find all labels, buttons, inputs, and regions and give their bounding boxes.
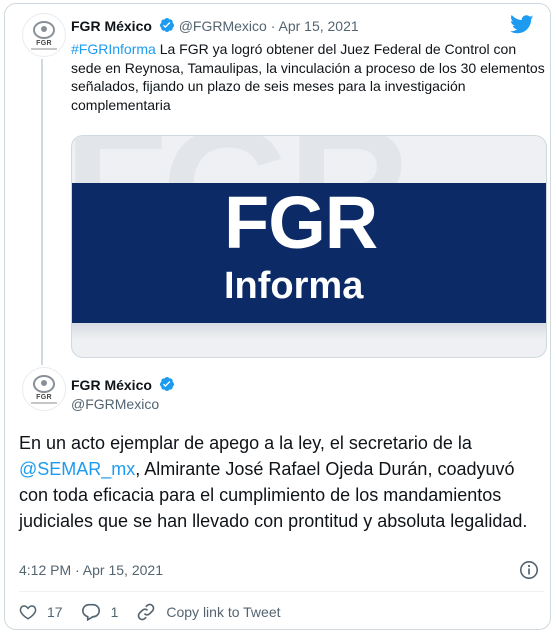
main-tweet-text: En un acto ejemplar de apego a la ley, e… [19,430,544,534]
main-text-before: En un acto ejemplar de apego a la ley, e… [19,433,472,453]
quoted-date[interactable]: Apr 15, 2021 [278,18,358,34]
quoted-header: FGR México @FGRMexico · Apr 15, 2021 [71,17,359,36]
tweet-timestamp[interactable]: 4:12 PM · Apr 15, 2021 [19,562,163,578]
info-icon[interactable] [519,560,539,585]
reply-icon [81,603,100,621]
tweet-embed-card: FGR FGR México @FGRMexico · Apr 15, 2021… [4,3,551,630]
avatar-caption-line [31,47,57,50]
media-title: FGR [224,181,378,264]
quoted-media-image[interactable]: FGR FGR Informa [71,135,547,358]
quoted-avatar[interactable]: FGR [22,13,66,57]
avatar-abbr: FGR [36,393,52,401]
like-button[interactable]: 17 [19,603,63,621]
media-subtitle: Informa [224,265,364,307]
hashtag-link[interactable]: #FGRInforma [71,41,156,57]
action-bar: 17 1 Copy link to Tweet [19,601,299,623]
avatar-abbr: FGR [36,39,52,47]
thread-line [41,59,43,365]
reply-count: 1 [110,604,119,620]
media-band-shadow [72,323,546,339]
reply-button[interactable]: 1 [81,603,119,621]
quoted-author-name[interactable]: FGR México [71,18,152,34]
mention-link[interactable]: @SEMAR_mx [19,459,135,479]
copy-link-label: Copy link to Tweet [166,604,281,620]
seal-icon [33,374,55,393]
link-icon [138,603,155,621]
like-count: 17 [47,604,63,620]
header-separator: · [270,18,276,34]
quoted-tweet-text: #FGRInforma La FGR ya logró obtener del … [71,40,546,114]
quoted-handle[interactable]: @FGRMexico [179,18,267,34]
twitter-bird-icon[interactable] [510,15,534,40]
main-handle[interactable]: @FGRMexico [71,396,159,412]
heart-icon [19,605,37,620]
main-author-row: FGR México [71,376,175,395]
main-avatar[interactable]: FGR [22,367,66,411]
seal-icon [33,20,55,39]
verified-badge-icon [159,376,175,395]
avatar-caption-line [31,401,57,404]
divider [19,591,544,592]
main-author-name[interactable]: FGR México [71,377,152,393]
copy-link-button[interactable]: Copy link to Tweet [136,602,281,622]
verified-badge-icon [159,17,175,36]
